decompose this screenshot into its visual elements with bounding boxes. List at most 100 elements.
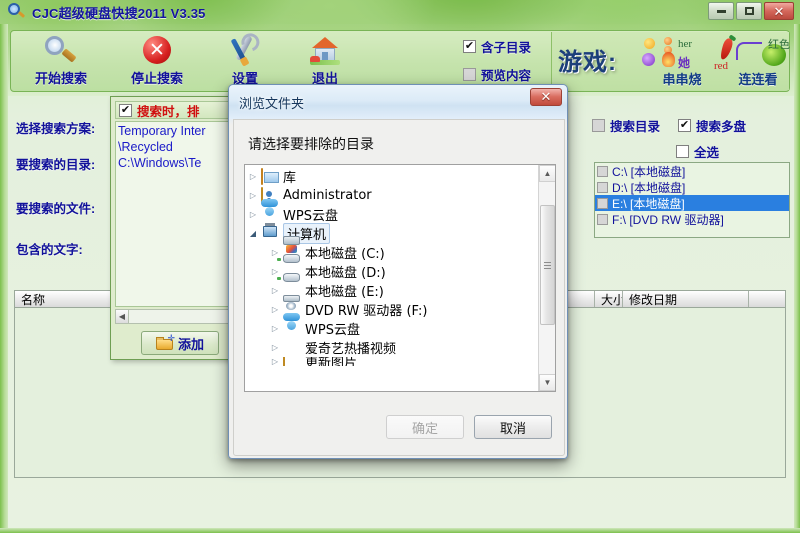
preview-content-checkbox[interactable]: 预览内容 xyxy=(463,65,531,84)
exclude-title: 搜索时，排 xyxy=(137,104,200,119)
folder-icon xyxy=(283,357,301,366)
search-file-label: 要搜索的文件: xyxy=(16,202,96,216)
folder-tree-items: ▷ 库 ▷ Administrator ▷ WPS云盘 ◢ 计算机 ▷ 本地磁盘… xyxy=(245,167,539,366)
checkbox-box xyxy=(678,119,692,132)
settings-button[interactable]: 设置 xyxy=(199,33,291,91)
checkbox-box xyxy=(597,197,608,209)
game-lianliankan[interactable]: red 红色 连连看 xyxy=(710,34,800,88)
ok-button[interactable]: 确定 xyxy=(386,415,464,439)
include-subdirs-checkbox[interactable]: 含子目录 xyxy=(463,37,531,56)
search-dir-checkbox[interactable]: 搜索目录 xyxy=(592,116,660,135)
chevron-right-icon[interactable]: ▷ xyxy=(267,338,283,357)
cancel-button-label: 取消 xyxy=(499,420,526,436)
chevron-right-icon[interactable]: ▷ xyxy=(267,281,283,300)
tree-item-wps-cloud-child[interactable]: ▷ WPS云盘 xyxy=(245,319,539,338)
chevron-right-icon[interactable]: ▷ xyxy=(245,167,261,186)
window-title: CJC超级硬盘快搜2011 V3.35 xyxy=(32,5,206,21)
drives-checkbox-group: 搜索目录 搜索多盘 全选 xyxy=(592,116,792,168)
tree-vertical-scrollbar[interactable]: ▲ ▼ xyxy=(538,165,555,391)
select-all-checkbox[interactable]: 全选 xyxy=(676,142,792,161)
close-icon: ✕ xyxy=(773,3,785,19)
dialog-title: 浏览文件夹 xyxy=(239,96,305,111)
scrollbar-grip-icon xyxy=(544,261,551,269)
tree-item-label: 本地磁盘 (C:) xyxy=(305,247,385,262)
drive-row[interactable]: C:\ [本地磁盘] xyxy=(595,163,789,179)
window-left-border xyxy=(0,24,8,533)
chevron-right-icon[interactable]: ▷ xyxy=(267,357,283,366)
minimize-button[interactable] xyxy=(708,2,734,20)
application-window: CJC超级硬盘快搜2011 V3.35 ✕ 开始搜索 ✕ 停止搜索 设置 退出 … xyxy=(0,0,800,533)
search-multi-disk-checkbox[interactable]: 搜索多盘 xyxy=(678,116,746,135)
chevron-right-icon[interactable]: ▷ xyxy=(245,186,261,205)
tree-item-label: Administrator xyxy=(283,188,372,203)
stop-search-button[interactable]: ✕ 停止搜索 xyxy=(111,33,203,91)
magnifier-icon xyxy=(8,3,26,21)
drive-row[interactable]: E:\ [本地磁盘] xyxy=(595,195,789,211)
ok-button-label: 确定 xyxy=(411,420,438,436)
drive-label: D:\ [本地磁盘] xyxy=(612,180,686,195)
checkbox-box xyxy=(463,40,476,53)
magnifier-icon xyxy=(44,33,78,67)
column-header-size[interactable]: 大小 xyxy=(595,291,623,307)
chevron-right-icon[interactable]: ▷ xyxy=(267,300,283,319)
game-label: 连连看 xyxy=(738,72,778,87)
add-button[interactable]: ✛ 添加 xyxy=(141,331,219,355)
cancel-button[interactable]: 取消 xyxy=(474,415,552,439)
tree-item-label: WPS云盘 xyxy=(283,209,338,224)
scroll-down-icon[interactable]: ▼ xyxy=(539,374,555,391)
preview-content-label: 预览内容 xyxy=(481,69,532,83)
contains-text-label: 包含的文字: xyxy=(16,243,83,257)
tree-item-library[interactable]: ▷ 库 xyxy=(245,167,539,186)
checkbox-box xyxy=(676,145,689,158)
computer-icon xyxy=(261,222,279,242)
chevron-right-icon[interactable]: ▷ xyxy=(245,205,261,224)
scroll-up-icon[interactable]: ▲ xyxy=(539,165,555,182)
close-button[interactable]: ✕ xyxy=(764,2,794,20)
cloud-icon xyxy=(261,207,279,223)
iqiyi-icon xyxy=(283,340,301,356)
browse-folder-dialog: 浏览文件夹 ✕ 请选择要排除的目录 ▷ 库 ▷ Administrator ▷ … xyxy=(228,84,568,459)
drive-row[interactable]: F:\ [DVD RW 驱动器] xyxy=(595,211,789,227)
tree-item-partial[interactable]: ▷ 更新图片 xyxy=(245,357,539,366)
folder-tree[interactable]: ▷ 库 ▷ Administrator ▷ WPS云盘 ◢ 计算机 ▷ 本地磁盘… xyxy=(244,164,556,392)
column-header-extra[interactable] xyxy=(749,291,785,307)
close-icon: ✕ xyxy=(540,89,552,104)
checkbox-box xyxy=(597,213,608,225)
dialog-close-button[interactable]: ✕ xyxy=(530,88,562,106)
tree-item-iqiyi[interactable]: ▷ 爱奇艺热播视频 xyxy=(245,338,539,357)
dialog-button-row: 确定 取消 xyxy=(386,415,552,439)
tree-item-label: WPS云盘 xyxy=(305,323,360,338)
search-scheme-label: 选择搜索方案: xyxy=(16,122,96,136)
chevron-right-icon[interactable]: ▷ xyxy=(267,319,283,338)
scrollbar-thumb[interactable] xyxy=(540,205,555,325)
maximize-button[interactable] xyxy=(736,2,762,20)
drives-list[interactable]: C:\ [本地磁盘] D:\ [本地磁盘] E:\ [本地磁盘] F:\ [DV… xyxy=(594,162,790,238)
toolbar: 开始搜索 ✕ 停止搜索 设置 退出 ✔ 含子目录 预览内容 游戏: her 她 … xyxy=(10,30,790,92)
checkbox-box xyxy=(597,165,608,177)
tree-item-wps-cloud[interactable]: ▷ WPS云盘 xyxy=(245,205,539,224)
exit-button[interactable]: 退出 xyxy=(279,33,371,91)
search-multi-disk-label: 搜索多盘 xyxy=(696,120,747,134)
window-controls: ✕ xyxy=(708,2,794,20)
lianliankan-icon: red 红色 xyxy=(710,34,800,72)
tree-item-administrator[interactable]: ▷ Administrator xyxy=(245,186,539,205)
start-search-button[interactable]: 开始搜索 xyxy=(15,33,107,91)
stop-circle-icon: ✕ xyxy=(143,33,171,67)
column-header-modified[interactable]: 修改日期 xyxy=(623,291,749,307)
tree-item-label: 更新图片 xyxy=(305,357,358,366)
stop-search-label: 停止搜索 xyxy=(130,71,183,86)
maximize-icon xyxy=(744,7,754,15)
title-bar: CJC超级硬盘快搜2011 V3.35 ✕ xyxy=(0,0,800,24)
dialog-title-bar: 浏览文件夹 ✕ xyxy=(229,85,567,119)
tree-item-label: 本地磁盘 (E:) xyxy=(305,285,384,300)
chevron-down-icon[interactable]: ◢ xyxy=(245,224,261,243)
scroll-left-icon[interactable]: ◀ xyxy=(116,310,129,323)
window-right-border xyxy=(794,24,800,533)
cloud-icon xyxy=(283,321,301,337)
dialog-body: 请选择要排除的目录 ▷ 库 ▷ Administrator ▷ WPS云盘 ◢ … xyxy=(233,119,565,456)
drive-row[interactable]: D:\ [本地磁盘] xyxy=(595,179,789,195)
house-icon xyxy=(308,33,342,67)
drive-label: E:\ [本地磁盘] xyxy=(612,196,685,211)
games-title: 游戏: xyxy=(558,49,617,76)
folder-add-icon: ✛ xyxy=(155,334,175,350)
